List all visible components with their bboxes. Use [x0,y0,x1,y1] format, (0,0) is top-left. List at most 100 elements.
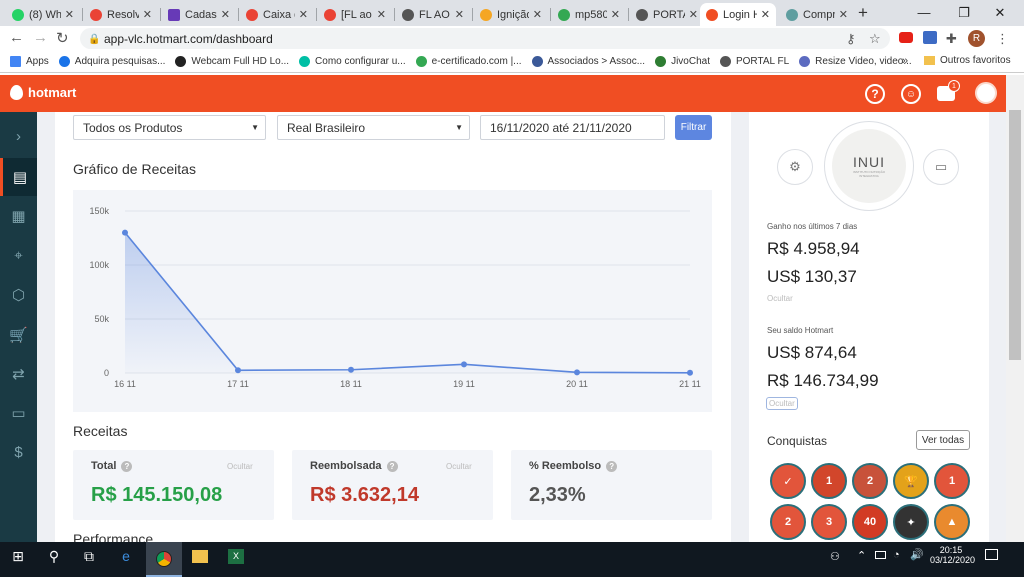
tab-mp580[interactable]: mp580 ✕ [552,3,626,26]
address-bar[interactable]: 🔒 app-vlc.hotmart.com/dashboard [80,28,890,49]
tab-ignicao[interactable]: Ignição ✕ [474,3,548,26]
tray-overflow-icon[interactable]: ⌃ [857,549,866,562]
filter-button[interactable]: Filtrar [675,115,712,140]
affiliates-icon[interactable]: ⌖ [0,236,37,274]
edge-icon[interactable]: e [111,548,141,564]
cart-icon[interactable]: 🛒 [0,316,37,354]
ocultar-gain-link[interactable]: Ocultar [767,294,793,303]
bookmark-adquira[interactable]: Adquira pesquisas... [58,56,165,67]
help-icon[interactable]: ? [121,460,133,472]
tab-cadastro[interactable]: Cadastr ✕ [162,3,236,26]
new-tab-button[interactable]: + [858,3,868,23]
more-menu-icon[interactable]: ⋮ [996,31,1009,47]
expand-sidebar-icon[interactable]: › [0,117,37,155]
close-tab-icon[interactable]: ✕ [689,8,698,21]
maximize-button[interactable]: ❐ [944,0,984,26]
close-tab-icon[interactable]: ✕ [455,8,464,21]
user-settings-icon[interactable]: ⚙ [777,149,813,185]
bookmark-webcam[interactable]: Webcam Full HD Lo... [175,56,289,67]
badge-rank-1b[interactable]: 1 [934,463,970,499]
grid-icon[interactable]: ▦ [0,197,37,235]
badge-rank-2[interactable]: 2 [852,463,888,499]
tab-compras[interactable]: Compr ✕ [780,3,854,26]
chat-bubble-icon[interactable]: ▭ [923,149,959,185]
scrollbar-thumb[interactable] [1009,110,1021,360]
close-tab-icon[interactable]: ✕ [143,8,152,21]
tab-fl-ao-vivo[interactable]: FL AO V ✕ [396,3,470,26]
clock[interactable]: 20:15 03/12/2020 [930,545,975,565]
tab-login-hotmart[interactable]: Login H ✕ [700,3,776,26]
ver-todas-button[interactable]: Ver todas [916,430,970,450]
finance-dollar-icon[interactable]: $ [0,433,37,471]
bookmark-e-certificado[interactable]: e-certificado.com |... [415,56,522,67]
close-tab-icon[interactable]: ✕ [377,8,386,21]
tab-gmail-resolvi[interactable]: Resolvi ✕ [84,3,158,26]
bookmark-como-configurar[interactable]: Como configurar u... [299,56,406,67]
forward-button[interactable]: → [33,29,48,46]
bookmark-jivochat[interactable]: JivoChat [655,56,710,67]
reload-button[interactable]: ↻ [56,29,69,47]
close-tab-icon[interactable]: ✕ [65,8,74,21]
battery-icon[interactable] [875,551,886,559]
products-box-icon[interactable]: ⬡ [0,276,37,314]
badge-first-sale[interactable]: ✓ [770,463,806,499]
star-icon[interactable]: ☆ [869,31,881,47]
badge-trophy[interactable]: 🏆 [893,463,929,499]
bookmarks-overflow-button[interactable]: » [902,55,908,67]
badge-mountain[interactable]: ▲ [934,504,970,540]
chrome-taskbar-button[interactable] [146,542,182,577]
currency-select[interactable]: Real Brasileiro ▼ [277,115,470,140]
badge-rank-1[interactable]: 1 [811,463,847,499]
task-view-icon[interactable]: ⧉ [74,548,104,565]
badge-ninja[interactable]: ✦ [893,504,929,540]
close-tab-icon[interactable]: ✕ [533,8,542,21]
bookmark-resize-video[interactable]: Resize Video, video... [799,56,912,67]
community-icon[interactable]: ☺ [901,84,921,104]
badge-level-2[interactable]: 2 [770,504,806,540]
profile-avatar[interactable]: R [968,30,985,47]
wifi-icon[interactable]: ◔ [893,549,900,561]
ocultar-link[interactable]: Ocultar [446,462,472,471]
people-icon[interactable]: ⚇ [830,550,840,563]
ocultar-link[interactable]: Ocultar [227,462,253,471]
help-icon[interactable]: ? [606,460,618,472]
help-icon[interactable]: ? [386,460,398,472]
bookmark-associados[interactable]: Associados > Assoc... [531,56,645,67]
tab-gmail-caixa[interactable]: Caixa d ✕ [240,3,314,26]
volume-icon[interactable]: 🔊 [910,548,924,561]
date-range-input[interactable]: 16/11/2020 até 21/11/2020 [480,115,665,140]
key-icon[interactable]: ⚷ [846,31,856,47]
ocultar-balance-link[interactable]: Ocultar [766,397,798,410]
product-select[interactable]: Todos os Produtos ▼ [73,115,266,140]
tab-gmail-fl[interactable]: [FL ao V ✕ [318,3,392,26]
badge-40[interactable]: 40 [852,504,888,540]
file-explorer-icon[interactable] [192,550,208,563]
close-window-button[interactable]: ✕ [980,0,1020,26]
puzzle-icon[interactable]: ✚ [946,31,957,47]
extension-icon[interactable] [923,31,937,44]
tab-portal[interactable]: PORTAL ✕ [630,3,704,26]
account-avatar[interactable] [975,82,997,104]
search-icon[interactable]: ⚲ [39,548,69,565]
help-icon[interactable]: ? [865,84,885,104]
close-tab-icon[interactable]: ✕ [611,8,620,21]
windows-start-icon[interactable]: ⊞ [3,548,33,565]
minimize-button[interactable]: — [904,0,944,26]
youtube-extension-icon[interactable] [899,32,913,43]
bookmark-portal-fl[interactable]: PORTAL FL [719,56,789,67]
notifications-icon[interactable] [985,549,998,560]
close-tab-icon[interactable]: ✕ [839,8,848,21]
close-tab-icon[interactable]: ✕ [299,8,308,21]
chat-icon[interactable]: ▭ [0,394,37,432]
sync-icon[interactable]: ⇄ [0,355,37,393]
tab-whatsapp[interactable]: (8) Wha ✕ [6,3,80,26]
excel-icon[interactable]: X [228,549,244,564]
close-tab-icon[interactable]: ✕ [761,8,770,21]
hotmart-logo[interactable]: hotmart [10,85,76,100]
back-button[interactable]: ← [9,29,24,46]
bookmark-apps[interactable]: Apps [10,56,49,67]
other-bookmarks[interactable]: Outros favoritos [924,55,1011,66]
dashboard-icon[interactable]: ▤ [0,158,37,196]
close-tab-icon[interactable]: ✕ [221,8,230,21]
badge-level-3[interactable]: 3 [811,504,847,540]
